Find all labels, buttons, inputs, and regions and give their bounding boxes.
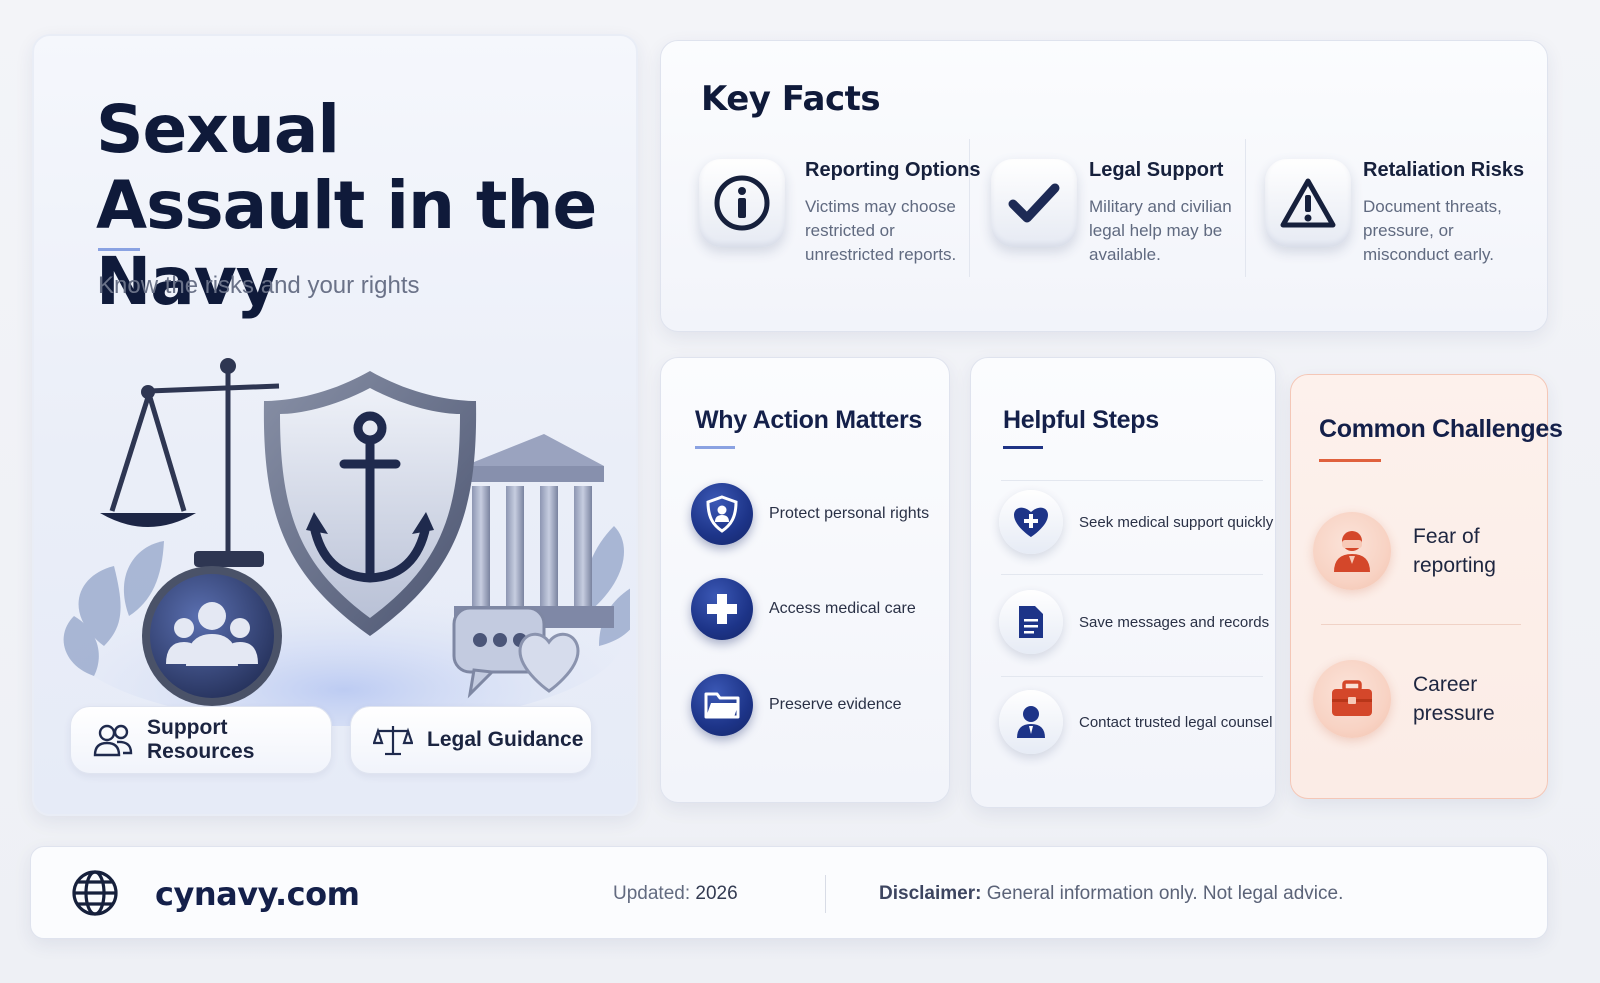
key-facts-title: Key Facts	[701, 79, 881, 119]
list-item: Fear of reporting	[1313, 505, 1533, 597]
list-item-label: Save messages and records	[1079, 613, 1270, 631]
list-item-label: Access medical care	[769, 600, 916, 617]
divider	[825, 875, 826, 913]
fact-body: Document threats, pressure, or misconduc…	[1363, 197, 1502, 264]
updated-text: Updated: 2026	[613, 883, 738, 905]
checkmark-icon	[991, 159, 1077, 247]
folder-icon	[691, 674, 753, 736]
person-icon	[999, 690, 1063, 754]
key-facts-card: Key Facts Reporting Options Victims may …	[660, 40, 1548, 332]
fact-heading: Retaliation Risks	[1363, 159, 1525, 181]
medical-cross-icon	[691, 578, 753, 640]
list-item: Protect personal rights	[691, 482, 929, 546]
warning-icon	[1265, 159, 1351, 247]
legal-guidance-label: Legal Guidance	[427, 728, 584, 751]
site-link[interactable]: cynavy.com	[155, 875, 360, 913]
list-item: Contact trusted legal counsel	[999, 672, 1272, 772]
divider	[1321, 624, 1521, 625]
footer: cynavy.com Updated: 2026 Disclaimer: Gen…	[30, 846, 1548, 939]
fact-body: Victims may choose restricted or unrestr…	[805, 197, 957, 264]
globe-icon	[72, 870, 118, 916]
briefcase-icon	[1313, 660, 1391, 738]
disclaimer-body: General information only. Not legal advi…	[986, 883, 1344, 904]
list-item: Access medical care	[691, 577, 916, 641]
list-item: Save messages and records	[999, 572, 1269, 672]
fact-body: Military and civilian legal help may be …	[1089, 197, 1232, 264]
legal-guidance-button[interactable]: Legal Guidance	[350, 706, 592, 774]
fact-heading: Legal Support	[1089, 159, 1224, 181]
fact-reporting-options: Reporting Options Victims may choose res…	[699, 157, 981, 287]
people-icon	[93, 724, 133, 757]
divider	[1245, 139, 1246, 277]
divider	[969, 139, 970, 277]
hero-illustration	[63, 358, 630, 726]
list-item-label: Career pressure	[1413, 673, 1495, 725]
shield-person-icon	[691, 483, 753, 545]
masked-person-icon	[1313, 512, 1391, 590]
support-resources-label: Support Resources	[147, 716, 255, 763]
list-item-label: Preserve evidence	[769, 696, 902, 713]
section-title: Helpful Steps	[1003, 406, 1159, 434]
fact-legal-support: Legal Support Military and civilian lega…	[991, 157, 1241, 287]
list-item: Career pressure	[1313, 653, 1533, 745]
document-icon	[999, 590, 1063, 654]
title-underline	[695, 446, 735, 449]
why-action-matters-card: Why Action Matters Protect personal righ…	[660, 357, 950, 803]
disclaimer-label: Disclaimer:	[879, 883, 982, 904]
section-title: Common Challenges	[1319, 415, 1563, 443]
info-icon	[699, 159, 785, 247]
hero-card: Sexual Assault in the Navy Know the risk…	[32, 34, 638, 816]
common-challenges-card: Common Challenges Fear of reporting Care…	[1290, 374, 1563, 799]
list-item-label: Contact trusted legal counsel	[1079, 713, 1273, 731]
list-item-label: Seek medical support quickly	[1079, 513, 1274, 531]
helpful-steps-card: Helpful Steps Seek medical support quick…	[970, 357, 1276, 808]
fact-retaliation-risks: Retaliation Risks Document threats, pres…	[1265, 157, 1535, 287]
list-item-label: Fear of reporting	[1413, 525, 1496, 577]
support-resources-button[interactable]: Support Resources	[70, 706, 332, 774]
section-title: Why Action Matters	[695, 406, 923, 434]
list-item: Preserve evidence	[691, 673, 902, 737]
updated-value: 2026	[695, 883, 738, 904]
list-item-label: Protect personal rights	[769, 505, 930, 522]
list-item: Seek medical support quickly	[999, 472, 1273, 572]
title-underline	[1319, 459, 1381, 462]
disclaimer-text: Disclaimer: General information only. No…	[879, 883, 1343, 905]
heart-plus-icon	[999, 490, 1063, 554]
scales-icon	[373, 726, 413, 756]
fact-heading: Reporting Options	[805, 159, 981, 181]
title-underline	[98, 248, 140, 251]
updated-label: Updated:	[613, 883, 691, 904]
title-underline	[1003, 446, 1043, 449]
page-subtitle: Know the risks and your rights	[98, 272, 420, 299]
